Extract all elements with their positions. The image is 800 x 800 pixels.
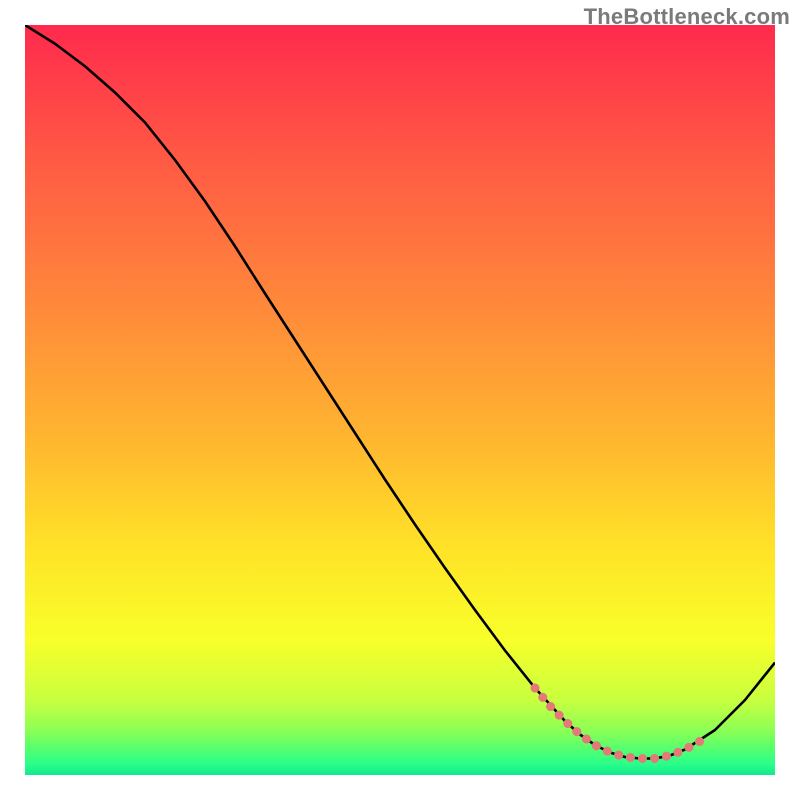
plot-svg bbox=[25, 25, 775, 775]
chart-root: TheBottleneck.com bbox=[0, 0, 800, 800]
gradient-background bbox=[25, 25, 775, 775]
watermark-text: TheBottleneck.com bbox=[584, 4, 790, 30]
plot-area bbox=[25, 25, 775, 775]
